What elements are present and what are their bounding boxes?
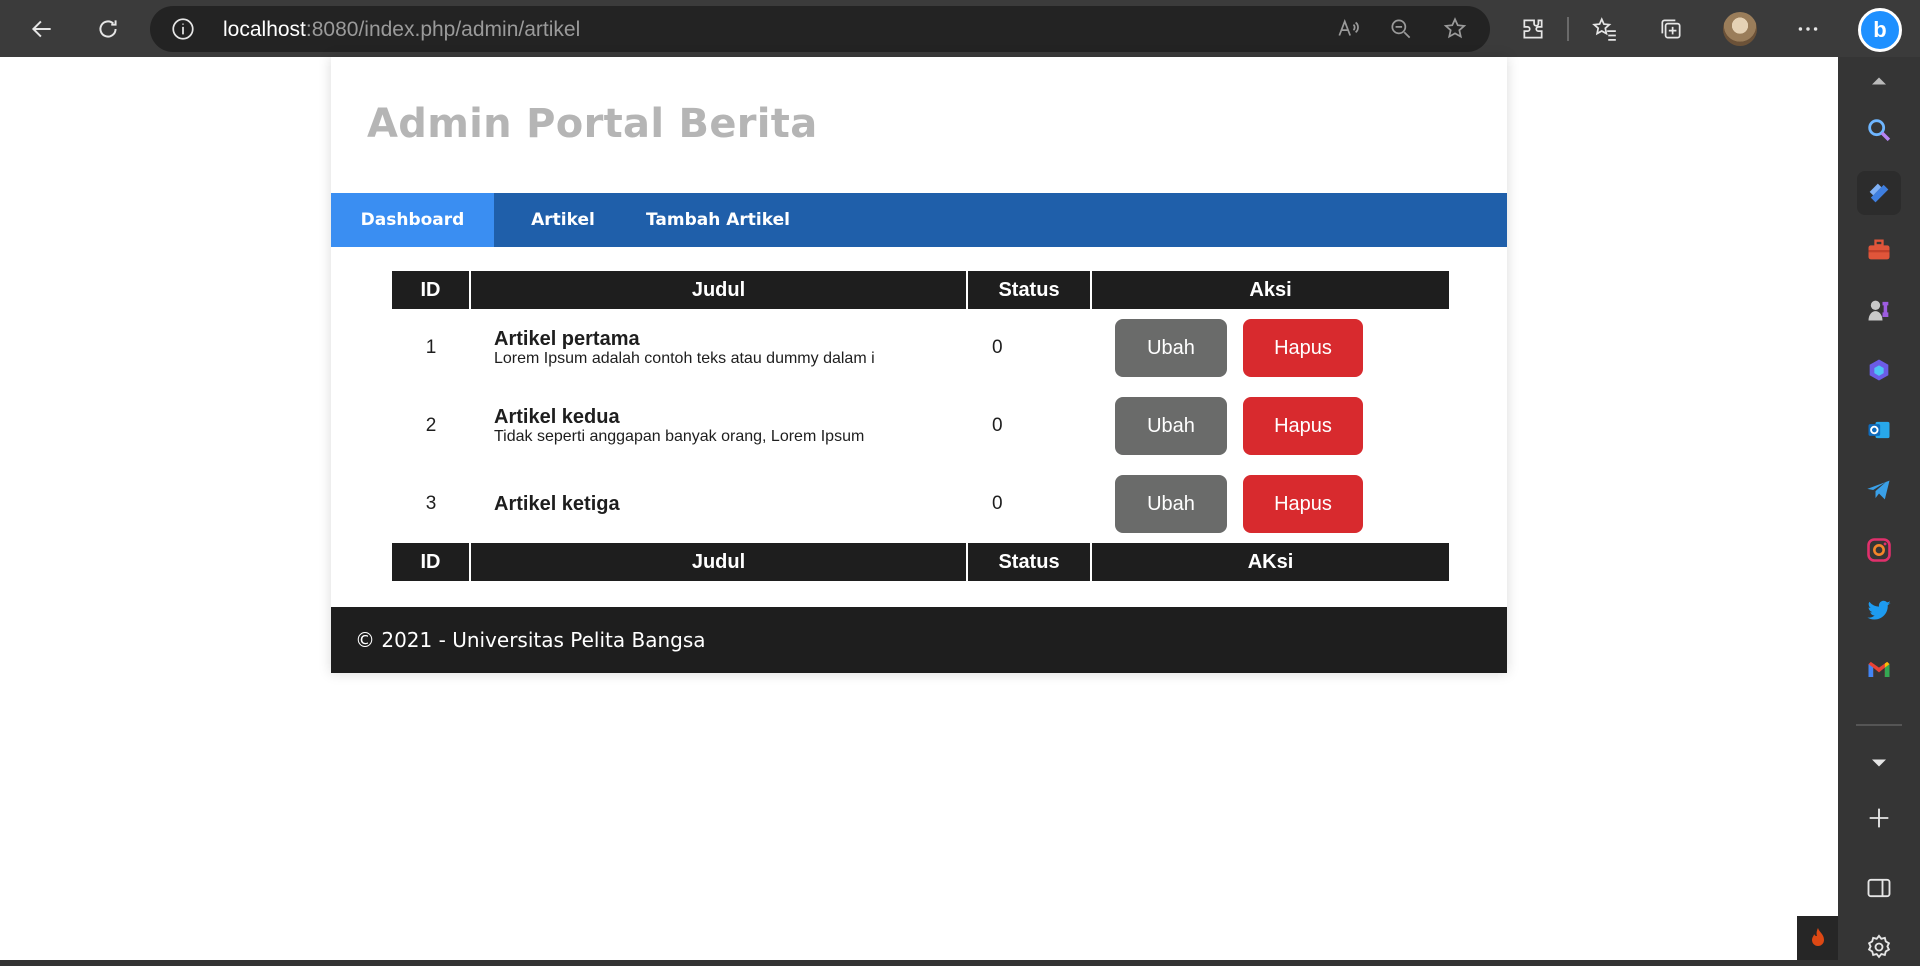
footer-id: ID [392, 543, 471, 581]
footer-aksi: AKsi [1091, 543, 1449, 581]
address-bar[interactable]: localhost:8080/index.php/admin/artikel [150, 6, 1490, 52]
article-table: ID Judul Status Aksi 1 Artikel pertama L… [392, 271, 1449, 581]
search-icon[interactable] [1859, 110, 1899, 150]
bing-icon[interactable]: b [1858, 8, 1902, 52]
sidebar-divider [1856, 724, 1902, 726]
footer-status: Status [967, 543, 1092, 581]
edit-button[interactable]: Ubah [1115, 397, 1227, 455]
cell-status: 0 [992, 415, 1003, 436]
edit-button[interactable]: Ubah [1115, 319, 1227, 377]
header-judul: Judul [470, 271, 968, 309]
outlook-icon[interactable] [1859, 410, 1899, 450]
cell-id: 2 [425, 415, 437, 436]
page-container: Admin Portal Berita Dashboard Artikel Ta… [331, 57, 1507, 673]
add-icon[interactable] [1859, 798, 1899, 838]
table-row: 2 Artikel kedua Tidak seperti anggapan b… [392, 387, 1449, 465]
sidebar-toggle-icon[interactable] [1859, 868, 1899, 908]
table-footer-row: ID Judul Status AKsi [392, 543, 1449, 581]
games-icon[interactable] [1859, 290, 1899, 330]
telegram-icon[interactable] [1859, 470, 1899, 510]
edit-button[interactable]: Ubah [1115, 475, 1227, 533]
zoom-out-icon[interactable] [1388, 16, 1414, 42]
cell-aksi: Ubah Hapus [1091, 465, 1449, 543]
table-row: 1 Artikel pertama Lorem Ipsum adalah con… [392, 309, 1449, 387]
nav-tambah-artikel[interactable]: Tambah Artikel [632, 193, 804, 247]
cell-judul: Artikel pertama Lorem Ipsum adalah conto… [470, 309, 967, 387]
cell-judul: Artikel ketiga [470, 465, 967, 543]
refresh-icon[interactable] [88, 9, 128, 49]
cell-judul: Artikel kedua Tidak seperti anggapan ban… [470, 387, 967, 465]
nav-dashboard[interactable]: Dashboard [331, 193, 494, 247]
extensions-icon[interactable] [1513, 9, 1553, 49]
browser-toolbar: localhost:8080/index.php/admin/artikel b [0, 0, 1920, 57]
add-favorite-icon[interactable] [1442, 16, 1468, 42]
cell-id: 1 [425, 337, 437, 358]
header-status: Status [967, 271, 1092, 309]
cell-aksi: Ubah Hapus [1091, 309, 1449, 387]
header-id: ID [392, 271, 471, 309]
cell-aksi: Ubah Hapus [1091, 387, 1449, 465]
article-title: Artikel pertama [494, 328, 640, 350]
article-excerpt: Tidak seperti anggapan banyak orang, Lor… [494, 428, 865, 445]
main-nav: Dashboard Artikel Tambah Artikel [331, 193, 1507, 247]
instagram-icon[interactable] [1859, 530, 1899, 570]
site-footer: © 2021 - Universitas Pelita Bangsa [331, 607, 1507, 673]
cell-status: 0 [992, 337, 1003, 358]
site-title: Admin Portal Berita [367, 101, 818, 147]
window-bottom-edge [0, 960, 1920, 966]
codeigniter-toolbar-icon[interactable] [1797, 916, 1838, 960]
collections-icon[interactable] [1651, 9, 1691, 49]
toolbar-separator [1567, 17, 1569, 41]
table-header-row: ID Judul Status Aksi [392, 271, 1449, 309]
profile-avatar[interactable] [1723, 12, 1757, 46]
delete-button[interactable]: Hapus [1243, 319, 1363, 377]
footer-judul: Judul [470, 543, 968, 581]
delete-button[interactable]: Hapus [1243, 397, 1363, 455]
read-aloud-icon[interactable] [1335, 16, 1361, 42]
url-host: localhost [223, 18, 306, 41]
twitter-icon[interactable] [1859, 590, 1899, 630]
url-text[interactable]: localhost:8080/index.php/admin/artikel [223, 18, 580, 42]
url-path: :8080/index.php/admin/artikel [305, 18, 581, 41]
info-icon[interactable] [170, 16, 196, 42]
more-icon[interactable] [1788, 9, 1828, 49]
gmail-icon[interactable] [1859, 650, 1899, 690]
microsoft365-icon[interactable] [1859, 350, 1899, 390]
tools-icon[interactable] [1859, 230, 1899, 270]
article-title: Artikel ketiga [494, 493, 620, 515]
article-title: Artikel kedua [494, 406, 620, 428]
article-excerpt: Lorem Ipsum adalah contoh teks atau dumm… [494, 350, 875, 367]
footer-text: © 2021 - Universitas Pelita Bangsa [355, 628, 706, 652]
header-aksi: Aksi [1091, 271, 1449, 309]
cell-status: 0 [992, 493, 1003, 514]
favorites-icon[interactable] [1585, 9, 1625, 49]
scroll-down-icon[interactable] [1859, 743, 1899, 783]
delete-button[interactable]: Hapus [1243, 475, 1363, 533]
scroll-up-icon[interactable] [1859, 61, 1899, 101]
nav-artikel[interactable]: Artikel [494, 193, 632, 247]
browser-sidebar [1838, 57, 1920, 960]
table-row: 3 Artikel ketiga 0 Ubah Hapus [392, 465, 1449, 543]
cell-id: 3 [425, 493, 437, 514]
back-icon[interactable] [22, 9, 62, 49]
shopping-icon[interactable] [1857, 171, 1901, 215]
